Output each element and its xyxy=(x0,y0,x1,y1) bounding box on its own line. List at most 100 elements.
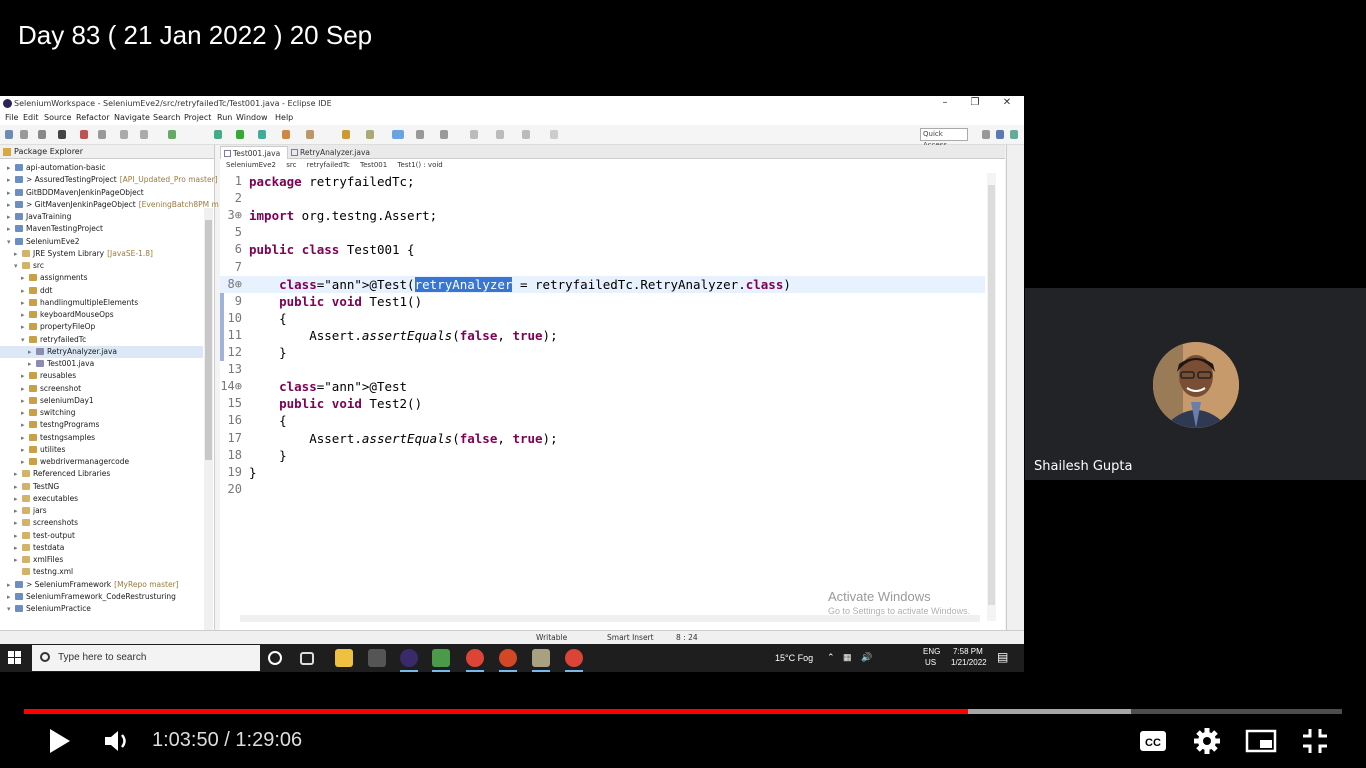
expand-chevron-icon[interactable]: ▸ xyxy=(21,419,29,431)
menu-navigate[interactable]: Navigate xyxy=(114,111,150,125)
chrome-app-icon[interactable] xyxy=(466,649,484,672)
expand-chevron-icon[interactable]: ▸ xyxy=(21,383,29,395)
tree-item[interactable]: ▸ MavenTestingProject xyxy=(0,223,203,235)
code-line[interactable]: 7 xyxy=(220,259,985,276)
chevron-up-icon[interactable]: ⌃ xyxy=(827,652,835,663)
expand-chevron-icon[interactable]: ▸ xyxy=(7,591,15,603)
search-tool-icon[interactable] xyxy=(366,130,374,139)
language-top[interactable]: ENG xyxy=(923,647,940,656)
menu-refactor[interactable]: Refactor xyxy=(76,111,110,125)
breadcrumb-method[interactable]: Test1() : void xyxy=(397,161,442,169)
new-java-project-icon[interactable] xyxy=(282,130,290,139)
miniplayer-icon[interactable] xyxy=(1244,724,1278,758)
tree-item[interactable]: ▸ GitBDDMavenJenkinPageObject xyxy=(0,187,203,199)
clock-date[interactable]: 1/21/2022 xyxy=(951,658,987,667)
annotation-prev-icon[interactable] xyxy=(440,130,448,139)
tree-item[interactable]: ▸ executables xyxy=(0,493,203,505)
tree-item[interactable]: ▸ > AssuredTestingProject [API_Updated_Pro… xyxy=(0,174,218,186)
open-type-icon[interactable] xyxy=(342,130,350,139)
code-line[interactable]: 9 public void Test1() xyxy=(220,293,985,310)
powerpoint-app-icon[interactable] xyxy=(499,649,517,672)
tree-item[interactable]: ▸ screenshot xyxy=(0,383,203,395)
external-tools-icon[interactable] xyxy=(258,130,266,139)
tree-item[interactable]: ▸ testngPrograms xyxy=(0,419,203,431)
expand-chevron-icon[interactable]: ▸ xyxy=(7,174,15,186)
menu-window[interactable]: Window xyxy=(236,111,268,125)
clock-time[interactable]: 7:58 PM xyxy=(953,647,983,656)
tree-item[interactable]: ▸ xmlFiles xyxy=(0,554,203,566)
coverage-icon[interactable] xyxy=(168,130,176,139)
expand-chevron-icon[interactable]: ▸ xyxy=(28,346,36,358)
code-line[interactable]: 17 Assert.assertEquals(false, true); xyxy=(220,430,985,447)
print-icon[interactable] xyxy=(38,130,46,139)
debug-icon[interactable] xyxy=(58,130,66,139)
expand-chevron-icon[interactable]: ▸ xyxy=(14,517,22,529)
eclipse-app-icon[interactable] xyxy=(400,649,418,672)
tree-item[interactable]: ▸ Test001.java xyxy=(0,358,203,370)
expand-chevron-icon[interactable]: ▸ xyxy=(21,444,29,456)
expand-chevron-icon[interactable]: ▸ xyxy=(7,223,15,235)
open-perspective-icon[interactable] xyxy=(982,130,990,139)
code-line[interactable]: 18 } xyxy=(220,447,985,464)
expand-chevron-icon[interactable]: ▸ xyxy=(14,530,22,542)
expand-chevron-icon[interactable]: ▾ xyxy=(7,603,15,615)
expand-chevron-icon[interactable]: ▾ xyxy=(14,260,22,272)
code-line[interactable]: 3⊕ import org.testng.Assert; xyxy=(220,207,985,224)
breadcrumb-class[interactable]: Test001 xyxy=(360,161,387,169)
breadcrumb-project[interactable]: SeleniumEve2 xyxy=(226,161,276,169)
editor-hscrollbar[interactable] xyxy=(240,615,980,622)
forward-icon[interactable] xyxy=(522,130,530,139)
code-line[interactable]: 20 xyxy=(220,481,985,498)
toggle-icon[interactable] xyxy=(98,130,106,139)
code-line[interactable]: 6 public class Test001 { xyxy=(220,241,985,258)
tree-item[interactable]: ▸ RetryAnalyzer.java xyxy=(0,345,203,358)
captions-icon[interactable]: CC xyxy=(1136,724,1170,758)
code-line[interactable]: 8⊕ class="ann">@Test(retryAnalyzer = ret… xyxy=(220,275,985,293)
breadcrumb-src[interactable]: src xyxy=(286,161,296,169)
expand-chevron-icon[interactable]: ▸ xyxy=(21,456,29,468)
expand-chevron-icon[interactable]: ▸ xyxy=(14,248,22,260)
expand-chevron-icon[interactable]: ▸ xyxy=(21,370,29,382)
tree-item[interactable]: ▸ testdata xyxy=(0,542,203,554)
menu-file[interactable]: File xyxy=(5,111,18,125)
restore-icon[interactable]: ❐ xyxy=(960,96,990,111)
annotation-next-icon[interactable] xyxy=(416,130,424,139)
code-line[interactable]: 5 xyxy=(220,224,985,241)
save-icon[interactable] xyxy=(20,130,28,139)
expand-chevron-icon[interactable]: ▸ xyxy=(7,211,15,223)
weather-text[interactable]: 15°C Fog xyxy=(775,653,813,663)
expand-chevron-icon[interactable]: ▸ xyxy=(7,187,15,199)
code-line[interactable]: 2 xyxy=(220,190,985,207)
tree-item[interactable]: ▸ utilites xyxy=(0,444,203,456)
expand-chevron-icon[interactable]: ▸ xyxy=(7,162,15,174)
volume-tray-icon[interactable]: 🔊 xyxy=(861,652,872,663)
menu-project[interactable]: Project xyxy=(184,111,211,125)
notepad-app-icon[interactable] xyxy=(532,649,550,672)
menu-run[interactable]: Run xyxy=(217,111,232,125)
mark-occurrences-icon[interactable] xyxy=(392,130,404,139)
step-over-icon[interactable] xyxy=(140,130,148,139)
code-area[interactable]: 1 package retryfailedTc; 2 3⊕ import org.tes… xyxy=(220,173,985,603)
breadcrumb-package[interactable]: retryfailedTc xyxy=(307,161,350,169)
expand-chevron-icon[interactable]: ▸ xyxy=(14,493,22,505)
app-tg-icon[interactable] xyxy=(368,649,386,667)
expand-chevron-icon[interactable]: ▸ xyxy=(21,395,29,407)
file-explorer-icon[interactable] xyxy=(335,649,353,667)
expand-chevron-icon[interactable]: ▸ xyxy=(21,407,29,419)
step-icon[interactable] xyxy=(120,130,128,139)
code-line[interactable]: 16 { xyxy=(220,412,985,429)
code-line[interactable]: 11 Assert.assertEquals(false, true); xyxy=(220,327,985,344)
volume-icon[interactable] xyxy=(100,724,134,758)
tab-retryanalyzer[interactable]: RetryAnalyzer.java xyxy=(288,146,380,159)
exit-fullscreen-icon[interactable] xyxy=(1298,724,1332,758)
expand-chevron-icon[interactable]: ▸ xyxy=(14,481,22,493)
tree-item[interactable]: ▾ SeleniumEve2 xyxy=(0,236,203,248)
close-icon[interactable]: ✕ xyxy=(992,96,1022,111)
code-line[interactable]: 1 package retryfailedTc; xyxy=(220,173,985,190)
expand-chevron-icon[interactable]: ▾ xyxy=(21,334,29,346)
tab-test001[interactable]: Test001.java xyxy=(220,146,288,159)
tree-item[interactable]: ▸ assignments xyxy=(0,272,203,284)
tree-item[interactable]: ▸ test-output xyxy=(0,530,203,542)
minimize-icon[interactable]: – xyxy=(930,96,960,111)
new-package-icon[interactable] xyxy=(306,130,314,139)
